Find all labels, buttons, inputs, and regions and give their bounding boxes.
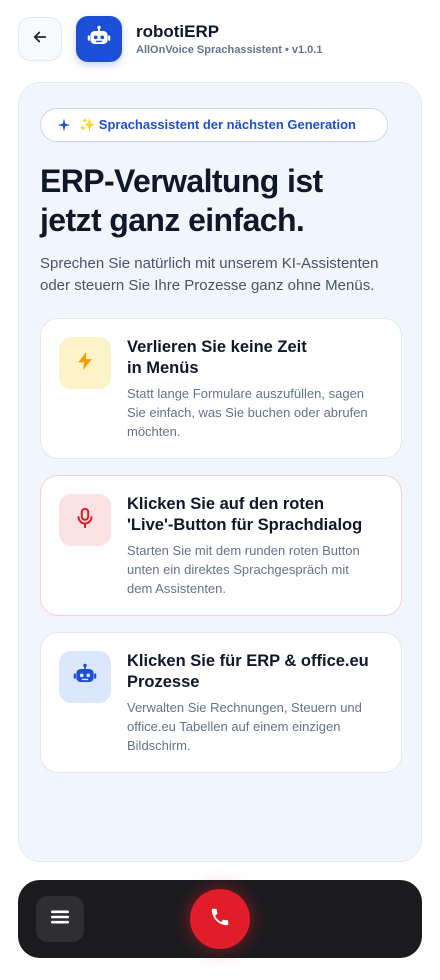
welcome-panel: ✨ Sprachassistent der nächsten Generatio… bbox=[18, 82, 422, 862]
app-title: robotiERP bbox=[136, 22, 220, 41]
feature-card-live-button: Klicken Sie auf den roten 'Live'-Button … bbox=[40, 475, 402, 616]
feature-title: Klicken Sie auf den roten 'Live'-Button … bbox=[127, 495, 363, 534]
robot-icon bbox=[86, 24, 112, 55]
feature-icon-box bbox=[59, 494, 111, 546]
app-logo bbox=[76, 16, 122, 62]
feature-description: Starten Sie mit dem runden roten Button … bbox=[127, 543, 360, 596]
feature-title: Verlieren Sie keine Zeit in Menüs bbox=[127, 338, 307, 377]
lightning-icon bbox=[74, 350, 96, 377]
phone-icon bbox=[209, 906, 231, 933]
app-header: robotiERP AllOnVoice Sprachassistent • v… bbox=[18, 16, 422, 62]
app-meta: robotiERP AllOnVoice Sprachassistent • v… bbox=[136, 22, 322, 56]
robot-icon bbox=[72, 662, 98, 693]
feature-badge: ✨ Sprachassistent der nächsten Generatio… bbox=[40, 108, 388, 142]
live-call-button[interactable] bbox=[190, 889, 250, 949]
arrow-left-icon bbox=[31, 28, 49, 51]
feature-description: Verwalten Sie Rechnungen, Steuern und of… bbox=[127, 700, 362, 753]
hero-title: ERP-Verwaltung ist jetzt ganz einfach. bbox=[40, 163, 323, 238]
feature-description: Statt lange Formulare auszufüllen, sagen… bbox=[127, 386, 368, 439]
bottom-bar bbox=[18, 880, 422, 958]
menu-icon bbox=[51, 909, 69, 930]
back-button[interactable] bbox=[18, 17, 62, 61]
feature-icon-box bbox=[59, 651, 111, 703]
feature-icon-box bbox=[59, 337, 111, 389]
badge-text: ✨ Sprachassistent der nächsten Generatio… bbox=[79, 117, 356, 132]
microphone-icon bbox=[74, 506, 96, 535]
feature-card-no-menus: Verlieren Sie keine Zeit in Menüs Statt … bbox=[40, 318, 402, 459]
sparkle-icon bbox=[57, 118, 71, 132]
app-subtitle: AllOnVoice Sprachassistent • v1.0.1 bbox=[136, 44, 323, 56]
menu-button[interactable] bbox=[36, 896, 84, 942]
feature-card-erp-processes: Klicken Sie für ERP & office.eu Prozesse… bbox=[40, 632, 402, 773]
hero-description: Sprechen Sie natürlich mit unserem KI-As… bbox=[40, 255, 379, 294]
feature-title: Klicken Sie für ERP & office.eu Prozesse bbox=[127, 652, 369, 691]
